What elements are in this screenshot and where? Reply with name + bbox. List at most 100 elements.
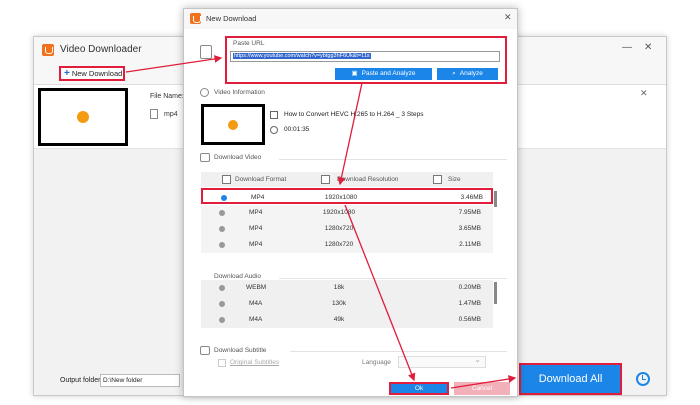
clock-icon (270, 126, 278, 134)
column-resolution: Download Resolution (337, 176, 399, 183)
minimize-button[interactable]: — (622, 42, 632, 53)
url-text: https://www.youtube.com/watch?v=ybtgg3hF… (233, 53, 371, 59)
language-label: Language (362, 359, 391, 366)
main-window-title: Video Downloader (60, 44, 142, 55)
format-icon (222, 175, 231, 184)
app-logo-icon (190, 13, 201, 24)
download-video-label: Download Video (214, 154, 262, 161)
plus-icon: + (64, 68, 70, 79)
audio-row[interactable]: M4A 130k 1.47MB (201, 296, 493, 312)
close-button[interactable]: ✕ (644, 42, 652, 53)
radio-icon[interactable] (219, 226, 225, 232)
row-format: WEBM (246, 284, 267, 291)
dialog-close-button[interactable]: ✕ (504, 12, 512, 23)
app-logo-icon (42, 44, 54, 56)
download-all-button[interactable]: Download All (519, 363, 622, 395)
video-row[interactable]: MP4 1920x1080 3.46MB (201, 188, 493, 204)
video-list-scrollbar[interactable] (494, 191, 497, 207)
radio-selected-icon[interactable] (221, 195, 227, 201)
row-size: 2.11MB (459, 241, 481, 248)
divider (279, 278, 507, 279)
video-row[interactable]: MP4 1280x720 3.65MB (201, 221, 493, 237)
analyze-button[interactable]: ⌕ Analyze (437, 68, 498, 80)
row-size: 0.20MB (458, 284, 481, 291)
remove-task-button[interactable]: ✕ (640, 88, 648, 99)
row-bitrate: 130k (331, 300, 347, 307)
output-folder-field[interactable]: D:\New folder (100, 374, 180, 387)
row-format: M4A (249, 300, 263, 307)
video-row[interactable]: MP4 1280x720 2.11MB (201, 237, 493, 253)
size-icon (433, 175, 442, 184)
paste-icon: ▣ (351, 70, 358, 77)
analyze-label: Analyze (459, 70, 483, 77)
radio-icon[interactable] (219, 285, 225, 291)
row-resolution: 1920x1080 (324, 194, 358, 201)
audio-list-scrollbar[interactable] (494, 282, 497, 304)
video-title: How to Convert HEVC H.265 to H.264 _ 3 S… (284, 111, 424, 118)
music-note-icon (200, 271, 210, 280)
language-select[interactable] (398, 355, 486, 368)
row-size: 7.95MB (458, 209, 481, 216)
audio-row[interactable]: WEBM 18k 0.20MB (201, 280, 493, 296)
radio-icon[interactable] (219, 317, 225, 323)
download-subtitle-label: Download Subtitle (214, 347, 267, 354)
row-format: M4A (249, 316, 263, 323)
row-size: 0.56MB (458, 316, 481, 323)
alarm-clock-icon[interactable] (636, 372, 650, 386)
divider (279, 159, 507, 160)
paste-and-analyze-button[interactable]: ▣ Paste and Analyze (335, 68, 432, 80)
video-information-label: Video Information (214, 89, 265, 96)
ok-button[interactable]: Ok (389, 382, 449, 395)
video-logo-icon (228, 119, 238, 130)
paste-and-analyze-label: Paste and Analyze (361, 70, 416, 77)
resolution-icon (321, 175, 330, 184)
new-download-label: New Download (71, 69, 123, 78)
paste-url-label: Paste URL (233, 40, 265, 47)
row-bitrate: 49k (333, 316, 345, 323)
new-download-button[interactable]: + New Download (59, 66, 125, 81)
paste-url-section: Paste URL https://www.youtube.com/watch?… (225, 36, 507, 84)
cc-icon (200, 346, 210, 355)
radio-icon[interactable] (219, 210, 225, 216)
column-format: Download Format (235, 176, 287, 183)
original-subtitles-checkbox[interactable] (218, 359, 226, 367)
cancel-button[interactable]: Cancel (454, 382, 510, 395)
original-subtitles-label[interactable]: Original Subtitles (230, 359, 279, 366)
row-resolution: 1280x720 (324, 241, 354, 248)
task-format: mp4 (164, 111, 178, 118)
video-row[interactable]: MP4 1920x1080 7.95MB (201, 205, 493, 221)
row-format: MP4 (249, 209, 263, 216)
file-format-icon (150, 109, 158, 119)
new-download-dialog: New Download ✕ Paste URL https://www.you… (183, 8, 518, 397)
file-name-label: File Name: (150, 93, 184, 100)
search-icon: ⌕ (452, 70, 456, 77)
download-audio-label: Download Audio (214, 273, 261, 280)
row-bitrate: 18k (333, 284, 345, 291)
info-icon (200, 88, 209, 97)
row-resolution: 1280x720 (324, 225, 354, 232)
row-size: 1.47MB (458, 300, 481, 307)
radio-icon[interactable] (219, 301, 225, 307)
row-size: 3.46MB (460, 194, 483, 201)
video-duration: 00:01:35 (284, 126, 310, 133)
url-input[interactable]: https://www.youtube.com/watch?v=ybtgg3hF… (230, 51, 500, 62)
video-table-header: Download Format Download Resolution Size (201, 172, 493, 187)
radio-icon[interactable] (219, 242, 225, 248)
task-thumbnail (38, 88, 128, 146)
dialog-title-bar: New Download ✕ (184, 9, 517, 29)
row-resolution: 1920x1080 (322, 209, 356, 216)
row-format: MP4 (249, 241, 263, 248)
divider (290, 351, 507, 352)
column-size: Size (448, 176, 461, 183)
video-icon (200, 153, 210, 162)
video-logo-icon (77, 111, 89, 123)
audio-row[interactable]: M4A 49k 0.56MB (201, 312, 493, 328)
output-folder-label: Output folder: (60, 377, 103, 384)
row-format: MP4 (251, 194, 265, 201)
row-size: 3.65MB (458, 225, 481, 232)
clipboard-icon (200, 45, 212, 59)
dialog-title: New Download (206, 14, 257, 23)
video-thumbnail (201, 104, 265, 145)
title-icon (270, 111, 278, 119)
row-format: MP4 (249, 225, 263, 232)
